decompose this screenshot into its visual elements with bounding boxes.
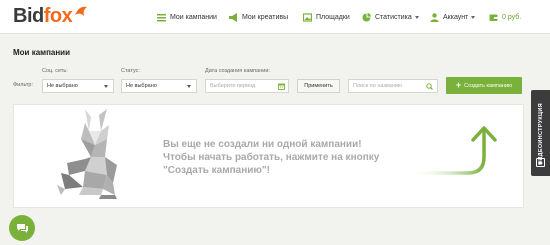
user-icon	[430, 12, 439, 22]
search-input[interactable]: Поиск по названию	[348, 79, 438, 93]
play-icon[interactable]	[536, 158, 545, 167]
nav-my-creatives-label: Мои креативы	[242, 13, 289, 21]
social-network-value: Не выбрано	[47, 83, 78, 89]
chat-button[interactable]	[9, 215, 35, 241]
filter-label: Фильтр:	[13, 82, 34, 88]
logo-text-bid: Bid	[13, 5, 44, 27]
bidfox-logo[interactable]: Bidfox	[13, 5, 73, 27]
megaphone-icon	[229, 12, 237, 22]
social-network-label: Соц. сеть:	[42, 68, 68, 74]
nav-statistics[interactable]: Статистика	[362, 11, 419, 23]
search-placeholder: Поиск по названию	[353, 83, 403, 89]
image-icon	[303, 12, 312, 22]
chevron-down-icon	[187, 85, 191, 88]
nav-platforms[interactable]: Площадки	[303, 11, 350, 23]
chat-icon	[16, 223, 28, 233]
chevron-down-icon	[414, 15, 419, 19]
balance-display[interactable]: 0 руб.	[489, 11, 521, 23]
nav-my-creatives[interactable]: Мои креативы	[229, 11, 288, 23]
date-range-placeholder: Выберите период	[210, 83, 256, 89]
chevron-down-icon	[471, 15, 476, 19]
status-value: Не выбрано	[126, 83, 157, 89]
search-icon[interactable]	[426, 83, 433, 90]
calendar-icon[interactable]	[278, 83, 285, 90]
social-network-select[interactable]: Не выбрано	[42, 79, 114, 93]
video-instruction-label: ВИДЕОИНСТРУКЦИЯ	[538, 103, 544, 165]
empty-state-message: Вы еще не создали ни одной кампании! Что…	[163, 139, 380, 176]
date-range-input[interactable]: Выберите период	[205, 79, 289, 93]
chevron-down-icon	[104, 85, 108, 88]
status-select[interactable]: Не выбрано	[121, 79, 197, 93]
nav-platforms-label: Площадки	[316, 13, 350, 21]
creation-date-label: Дата создания кампании:	[205, 68, 270, 74]
low-poly-fox-illustration	[57, 109, 117, 199]
nav-account-label: Аккаунт	[443, 13, 469, 21]
logo-text-fox: fox	[43, 5, 73, 27]
list-icon	[157, 13, 166, 21]
nav-my-campaigns[interactable]: Мои кампании	[157, 11, 217, 23]
create-campaign-label: Создать кампанию	[464, 82, 513, 89]
nav-statistics-label: Статистика	[375, 13, 412, 21]
top-navbar: Bidfox Мои кампании Мои креативы Площадк…	[0, 0, 550, 34]
page-title: Мои кампании	[13, 48, 71, 57]
nav-my-campaigns-label: Мои кампании	[170, 13, 217, 21]
apply-button[interactable]: Применить	[297, 79, 340, 93]
nav-account[interactable]: Аккаунт	[430, 11, 476, 23]
plus-icon: +	[455, 80, 462, 90]
fox-logo-icon	[75, 6, 87, 16]
create-campaign-button[interactable]: + Создать кампанию	[446, 77, 522, 94]
wallet-icon	[489, 14, 498, 21]
status-label: Статус:	[121, 68, 140, 74]
chart-icon	[362, 12, 371, 21]
curved-arrow-icon	[408, 126, 497, 175]
balance-value: 0 руб.	[502, 13, 522, 21]
